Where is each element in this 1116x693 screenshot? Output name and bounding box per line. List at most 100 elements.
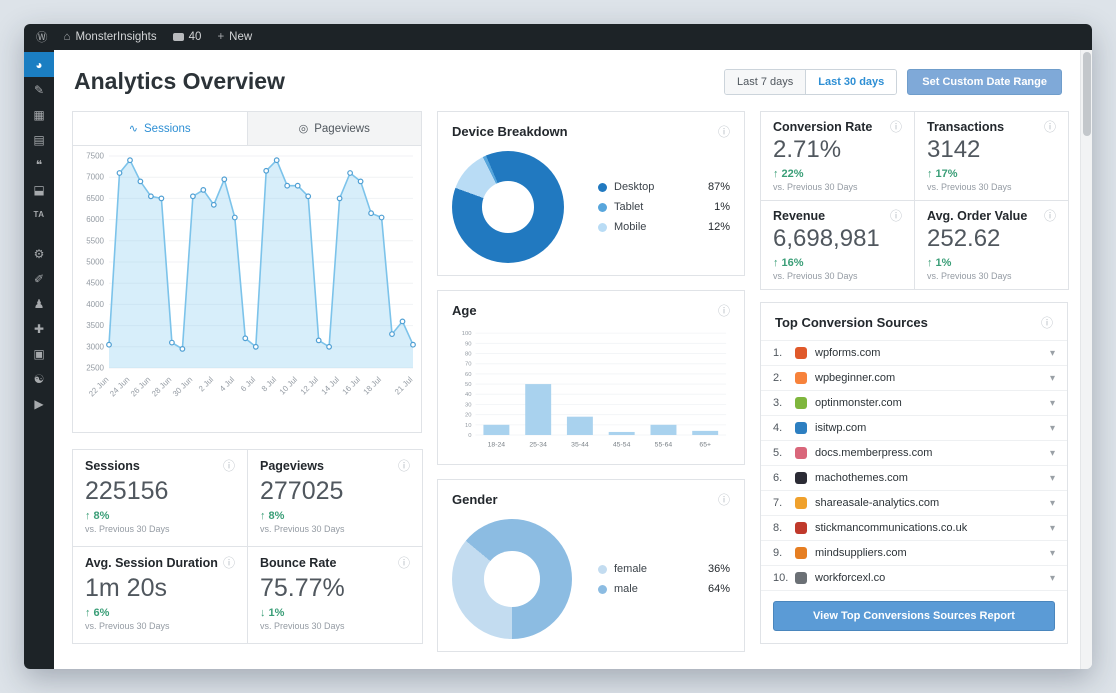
source-row[interactable]: 3. optinmonster.com ▾ [761, 391, 1067, 416]
source-row[interactable]: 4. isitwp.com ▾ [761, 416, 1067, 441]
last-30-days-button[interactable]: Last 30 days [805, 69, 897, 94]
source-row[interactable]: 9. mindsuppliers.com ▾ [761, 541, 1067, 566]
sidebar-item-plugins[interactable]: ✚ [24, 316, 54, 341]
sidebar-item-tools[interactable]: ⚙ [24, 241, 54, 266]
forms-icon: ▣ [33, 346, 45, 361]
legend-label: Desktop [614, 181, 655, 193]
chevron-down-icon[interactable]: ▾ [1050, 348, 1055, 359]
sidebar-item-seo[interactable]: ☯ [24, 366, 54, 391]
comments-menu[interactable]: 40 [172, 31, 202, 43]
stat-value: 1m 20s [85, 574, 167, 602]
source-row[interactable]: 5. docs.memberpress.com ▾ [761, 441, 1067, 466]
source-rank: 10. [773, 572, 789, 584]
age-bar-chart: 0 10 20 30 40 50 60 70 80 90 100 18-24 25-34 35-44 45-… [462, 331, 727, 449]
sidebar-item-users[interactable]: ♟ [24, 291, 54, 316]
sidebar-item-posts[interactable]: ✎ [24, 77, 54, 102]
tab-sessions[interactable]: ∿ Sessions [73, 112, 248, 145]
bounce-rate-stat-card: Bounce Rate ⓘ 75.77% ↓ 1% vs. Previous 30… [247, 546, 423, 644]
chevron-down-icon[interactable]: ▾ [1050, 448, 1055, 459]
svg-text:10 Jul: 10 Jul [278, 375, 300, 397]
sessions-icon: ∿ [128, 123, 139, 135]
scrollbar-thumb[interactable] [1083, 52, 1091, 136]
info-icon[interactable]: ⓘ [890, 121, 902, 133]
source-rank: 9. [773, 547, 783, 559]
svg-text:28 Jun: 28 Jun [150, 375, 173, 398]
chevron-down-icon[interactable]: ▾ [1050, 573, 1055, 584]
svg-text:18 Jul: 18 Jul [362, 375, 384, 397]
info-icon[interactable]: ⓘ [1044, 210, 1056, 222]
info-icon[interactable]: ⓘ [223, 557, 235, 569]
last-7-days-button[interactable]: Last 7 days [724, 69, 806, 94]
chevron-down-icon[interactable]: ▾ [1050, 373, 1055, 384]
plugins-icon: ✚ [33, 321, 45, 336]
info-icon[interactable]: ⓘ [223, 460, 235, 472]
sidebar-item-monsterinsights[interactable]: ◕ [24, 52, 54, 77]
info-icon[interactable]: ⓘ [398, 557, 410, 569]
source-row[interactable]: 6. machothemes.com ▾ [761, 466, 1067, 491]
chevron-down-icon[interactable]: ▾ [1050, 548, 1055, 559]
site-menu[interactable]: ⌂ MonsterInsights [64, 31, 157, 43]
chevron-down-icon[interactable]: ▾ [1050, 473, 1055, 484]
sidebar-item-video[interactable]: ▶ [24, 391, 54, 416]
chevron-down-icon[interactable]: ▾ [1050, 498, 1055, 509]
svg-text:35-44: 35-44 [571, 442, 589, 449]
info-icon[interactable]: ⓘ [890, 210, 902, 222]
source-rank: 3. [773, 397, 783, 409]
site-favicon [795, 547, 807, 559]
info-icon[interactable]: ⓘ [718, 126, 730, 138]
metric-delta: ↑ 17% [927, 168, 958, 180]
info-icon[interactable]: ⓘ [718, 494, 730, 506]
wp-logo-menu[interactable]: Ⓦ [36, 29, 48, 45]
stat-compare: vs. Previous 30 Days [260, 524, 345, 534]
vertical-scrollbar[interactable] [1080, 50, 1092, 669]
stat-delta: ↓ 1% [260, 607, 285, 619]
metric-delta: ↑ 1% [927, 257, 952, 269]
source-domain: docs.memberpress.com [815, 447, 933, 459]
sidebar-item-marketing[interactable]: ✐ [24, 266, 54, 291]
new-content-menu[interactable]: + New [217, 31, 252, 43]
chevron-down-icon[interactable]: ▾ [1050, 398, 1055, 409]
sidebar-item-comments[interactable]: ❝ [24, 152, 54, 177]
legend-value: 36% [707, 563, 730, 575]
view-top-conversions-report-button[interactable]: View Top Conversions Sources Report [773, 601, 1055, 631]
chevron-down-icon[interactable]: ▾ [1050, 423, 1055, 434]
svg-text:4 Jul: 4 Jul [218, 375, 236, 393]
metric-delta: ↑ 16% [773, 257, 804, 269]
sidebar-item-ta-plugin[interactable]: TA [24, 202, 54, 227]
svg-text:6 Jul: 6 Jul [239, 375, 257, 393]
traffic-stats-grid: Sessions ⓘ 225156 ↑ 8% vs. Previous 30 Da… [72, 449, 423, 644]
source-rank: 2. [773, 372, 783, 384]
sidebar-item-downloads[interactable]: ⬓ [24, 177, 54, 202]
svg-text:25-34: 25-34 [529, 442, 547, 449]
info-icon[interactable]: ⓘ [398, 460, 410, 472]
svg-text:60: 60 [465, 372, 472, 378]
svg-text:7500: 7500 [86, 152, 104, 161]
source-domain: isitwp.com [815, 422, 867, 434]
source-rank: 8. [773, 522, 783, 534]
source-row[interactable]: 2. wpbeginner.com ▾ [761, 366, 1067, 391]
tab-pageviews[interactable]: ◎ Pageviews [248, 112, 422, 145]
source-row[interactable]: 8. stickmancommunications.co.uk ▾ [761, 516, 1067, 541]
comments-count: 40 [188, 31, 202, 43]
stat-value: 277025 [260, 477, 344, 505]
sidebar-item-forms[interactable]: ▣ [24, 341, 54, 366]
chevron-down-icon[interactable]: ▾ [1050, 523, 1055, 534]
conversion-rate-card: Conversion Rate ⓘ 2.71% ↑ 22% vs. Previou… [760, 111, 915, 201]
site-favicon [795, 372, 807, 384]
info-icon[interactable]: ⓘ [718, 305, 730, 317]
svg-text:50: 50 [465, 382, 472, 388]
stat-compare: vs. Previous 30 Days [85, 621, 170, 631]
set-custom-date-range-button[interactable]: Set Custom Date Range [907, 68, 1062, 95]
sidebar-item-media[interactable]: ▦ [24, 102, 54, 127]
info-icon[interactable]: ⓘ [1041, 317, 1053, 329]
source-row[interactable]: 7. shareasale-analytics.com ▾ [761, 491, 1067, 516]
source-row[interactable]: 1. wpforms.com ▾ [761, 341, 1067, 366]
sidebar-item-pages[interactable]: ▤ [24, 127, 54, 152]
info-icon[interactable]: ⓘ [1044, 121, 1056, 133]
tablet-legend-dot [598, 202, 607, 212]
source-row[interactable]: 10. workforcexl.co ▾ [761, 566, 1067, 591]
svg-text:0: 0 [468, 433, 472, 439]
stat-value: 75.77% [260, 574, 345, 602]
stat-delta: ↑ 8% [85, 510, 110, 522]
metric-compare: vs. Previous 30 Days [773, 182, 858, 192]
